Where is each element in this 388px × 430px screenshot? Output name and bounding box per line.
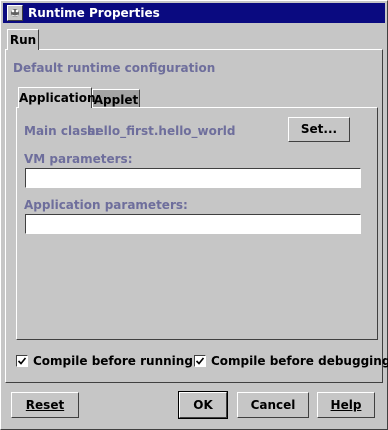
tab-application[interactable]: Application [18,87,96,108]
vm-parameters-label: VM parameters: [24,152,133,166]
app-icon[interactable] [7,5,23,21]
set-button-label: Set... [300,122,338,136]
help-button[interactable]: Help [317,392,375,418]
tab-run[interactable]: Run [7,29,39,50]
application-panel: Main class: hello_first.hello_world Set.… [16,107,378,340]
reset-button-label: Reset [25,398,65,412]
compile-before-debugging-label: Compile before debugging [211,354,388,368]
cancel-button[interactable]: Cancel [237,392,309,418]
runtime-properties-window: Runtime Properties Run Default runtime c… [0,0,388,430]
check-icon [195,357,205,365]
help-button-label: Help [330,398,362,412]
run-panel: Default runtime configuration Applicatio… [5,49,388,383]
set-main-class-button[interactable]: Set... [288,117,350,142]
vm-parameters-input[interactable] [25,168,361,188]
ok-button[interactable]: OK [178,391,228,419]
cancel-button-label: Cancel [250,398,296,412]
tab-run-label: Run [9,33,37,47]
run-heading: Default runtime configuration [13,61,216,75]
application-parameters-label: Application parameters: [24,198,188,212]
tab-applet-label: Applet [93,93,139,107]
title-bar[interactable]: Runtime Properties [3,3,385,23]
check-icon [17,357,27,365]
tab-applet[interactable]: Applet [92,89,140,108]
compile-before-running-label: Compile before running [33,354,193,368]
reset-button[interactable]: Reset [11,392,79,418]
compile-before-running-box[interactable] [16,355,28,367]
application-parameters-input[interactable] [25,214,361,234]
main-class-value: hello_first.hello_world [87,124,236,138]
compile-before-debugging-box[interactable] [194,355,206,367]
tab-application-label: Application [19,91,96,105]
window-title: Runtime Properties [28,6,160,20]
ok-button-label: OK [193,398,213,412]
